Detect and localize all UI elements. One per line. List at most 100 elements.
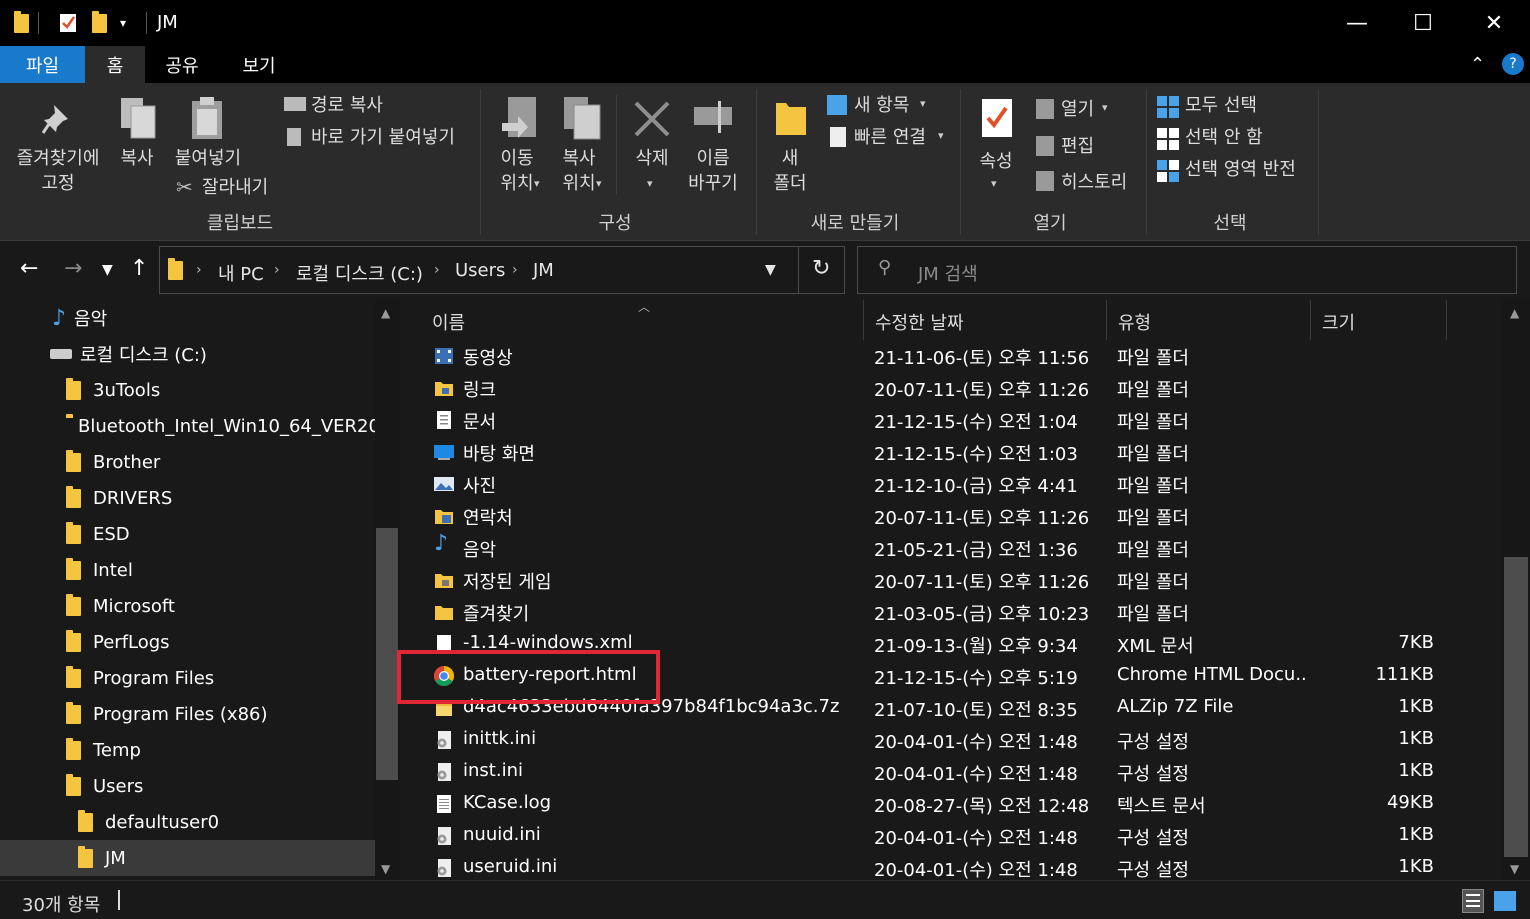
forward-arrow-icon[interactable]: → <box>64 256 82 281</box>
tab-file[interactable]: 파일 <box>0 46 85 83</box>
nav-item-folder[interactable]: 3uTools <box>0 372 375 408</box>
file-row[interactable]: 연락처 20-07-11-(토) 오후 11:26 파일 폴더 <box>402 500 1502 532</box>
nav-item-folder[interactable]: ESD <box>0 516 375 552</box>
nav-item-folder[interactable]: Microsoft <box>0 588 375 624</box>
move-to-label-1[interactable]: 이동 <box>488 146 546 171</box>
properties-quick-icon[interactable] <box>58 10 78 36</box>
collapse-ribbon-icon[interactable]: ⌃ <box>1470 54 1485 75</box>
column-header-date[interactable]: 수정한 날짜 <box>875 309 964 335</box>
select-all-icon[interactable] <box>1157 96 1179 123</box>
file-row[interactable]: 문서 21-12-15-(수) 오전 1:04 파일 폴더 <box>402 404 1502 436</box>
nav-item-folder[interactable]: DRIVERS <box>0 480 375 516</box>
breadcrumb-jm[interactable]: JM <box>533 260 554 281</box>
file-row[interactable]: ♪ 음악 21-05-21-(금) 오전 1:36 파일 폴더 <box>402 531 1502 564</box>
delete-label[interactable]: 삭제 <box>624 146 680 171</box>
open-icon[interactable] <box>1036 99 1054 119</box>
new-folder-label-2[interactable]: 폴더 <box>766 171 814 196</box>
copy-to-icon[interactable] <box>562 95 602 146</box>
file-row[interactable]: 동영상 21-11-06-(토) 오후 11:56 파일 폴더 <box>402 340 1502 372</box>
invert-selection-icon[interactable] <box>1157 160 1179 187</box>
nav-item-folder[interactable]: Temp <box>0 732 375 768</box>
tab-home[interactable]: 홈 <box>85 46 145 83</box>
edit-icon[interactable] <box>1036 136 1054 156</box>
copy-path-label[interactable]: 경로 복사 <box>311 93 383 118</box>
scroll-up-icon[interactable]: ▲ <box>1510 306 1519 320</box>
refresh-icon[interactable]: ↻ <box>812 256 830 281</box>
new-item-label[interactable]: 새 항목 <box>854 93 909 118</box>
close-button[interactable]: ✕ <box>1479 8 1509 38</box>
paste-label[interactable]: 붙여넣기 <box>168 146 248 171</box>
file-list-scrollbar-thumb[interactable] <box>1504 557 1528 857</box>
breadcrumb-this-pc[interactable]: 내 PC <box>218 260 264 286</box>
nav-item-folder[interactable]: Intel <box>0 552 375 588</box>
up-arrow-icon[interactable]: ↑ <box>130 256 148 281</box>
nav-item-selected[interactable]: JM <box>0 840 375 876</box>
nav-item-music[interactable]: ♪ 음악 <box>0 300 375 336</box>
chevron-down-icon[interactable]: ▾ <box>647 177 653 190</box>
nav-item-folder[interactable]: Bluetooth_Intel_Win10_64_VER2010 <box>0 408 375 444</box>
chevron-right-icon[interactable]: › <box>274 262 280 278</box>
copy-path-icon[interactable] <box>284 97 306 111</box>
details-view-icon[interactable] <box>1462 889 1484 913</box>
cut-label[interactable]: 잘라내기 <box>202 175 268 200</box>
minimize-button[interactable]: — <box>1342 8 1372 38</box>
copy-to-label-1[interactable]: 복사 <box>550 146 608 171</box>
select-none-icon[interactable] <box>1157 128 1179 155</box>
pin-label-1[interactable]: 즐겨찾기에 <box>10 146 106 171</box>
column-header-name[interactable]: 이름 <box>432 309 465 335</box>
scroll-up-icon[interactable]: ▲ <box>381 306 390 320</box>
chevron-right-icon[interactable]: › <box>512 262 518 278</box>
tab-view[interactable]: 보기 <box>225 46 293 83</box>
paste-shortcut-label[interactable]: 바로 가기 붙여넣기 <box>311 125 455 150</box>
file-row[interactable]: 링크 20-07-11-(토) 오후 11:26 파일 폴더 <box>402 372 1502 404</box>
column-header-size[interactable]: 크기 <box>1322 309 1355 335</box>
file-row[interactable]: inittk.ini 20-04-01-(수) 오전 1:48 구성 설정 1K… <box>402 724 1502 756</box>
large-icons-view-icon[interactable] <box>1494 891 1516 911</box>
nav-item-folder[interactable]: Users <box>0 768 375 804</box>
file-row[interactable]: 바탕 화면 21-12-15-(수) 오전 1:03 파일 폴더 <box>402 436 1502 468</box>
column-header-type[interactable]: 유형 <box>1118 309 1151 335</box>
open-label[interactable]: 열기 <box>1061 97 1094 122</box>
select-all-label[interactable]: 모두 선택 <box>1185 93 1257 118</box>
paste-icon[interactable] <box>190 95 226 146</box>
search-input[interactable]: ⚲ JM 검색 <box>857 246 1517 294</box>
scroll-down-icon[interactable]: ▼ <box>1510 862 1519 876</box>
nav-item-folder[interactable]: Program Files <box>0 660 375 696</box>
customize-quick-access-icon[interactable]: ▾ <box>120 10 126 36</box>
nav-item-local-disk[interactable]: 로컬 디스크 (C:) <box>0 336 375 372</box>
copy-label[interactable]: 복사 <box>110 146 164 171</box>
file-row[interactable]: nuuid.ini 20-04-01-(수) 오전 1:48 구성 설정 1KB <box>402 820 1502 852</box>
invert-selection-label[interactable]: 선택 영역 반전 <box>1185 157 1296 182</box>
chevron-down-icon[interactable]: ▾ <box>596 177 602 190</box>
new-folder-icon[interactable] <box>774 97 808 142</box>
rename-label-1[interactable]: 이름 <box>680 146 746 171</box>
nav-item-folder[interactable]: PerfLogs <box>0 624 375 660</box>
maximize-button[interactable]: ☐ <box>1408 8 1438 38</box>
new-folder-label-1[interactable]: 새 <box>766 146 814 171</box>
file-row[interactable]: 사진 21-12-10-(금) 오후 4:41 파일 폴더 <box>402 468 1502 500</box>
paste-shortcut-icon[interactable] <box>287 128 301 146</box>
chevron-down-icon[interactable]: ▾ <box>920 97 926 110</box>
address-bar[interactable]: › 내 PC › 로컬 디스크 (C:) › Users › JM ▼ ↻ <box>159 246 845 294</box>
properties-icon[interactable] <box>980 97 1014 144</box>
chevron-down-icon[interactable]: ▼ <box>765 262 776 278</box>
back-arrow-icon[interactable]: ← <box>20 256 38 281</box>
nav-scrollbar-thumb[interactable] <box>376 528 398 780</box>
file-row[interactable]: inst.ini 20-04-01-(수) 오전 1:48 구성 설정 1KB <box>402 756 1502 788</box>
chevron-down-icon[interactable]: ▾ <box>534 177 540 190</box>
pin-icon[interactable] <box>40 101 74 140</box>
copy-icon[interactable] <box>119 96 157 145</box>
rename-label-2[interactable]: 바꾸기 <box>680 171 746 196</box>
new-item-icon[interactable] <box>827 95 847 115</box>
breadcrumb-local-disk[interactable]: 로컬 디스크 (C:) <box>296 260 423 286</box>
scroll-down-icon[interactable]: ▼ <box>381 862 390 876</box>
file-row[interactable]: 즐겨찾기 21-03-05-(금) 오후 10:23 파일 폴더 <box>402 596 1502 628</box>
help-icon[interactable]: ? <box>1502 53 1524 75</box>
cut-icon[interactable]: ✂ <box>176 175 193 199</box>
file-row[interactable]: 저장된 게임 20-07-11-(토) 오후 11:26 파일 폴더 <box>402 564 1502 596</box>
properties-label[interactable]: 속성 <box>970 149 1022 174</box>
easy-access-icon[interactable] <box>830 127 846 147</box>
delete-icon[interactable] <box>632 99 672 144</box>
file-row[interactable]: KCase.log 20-08-27-(목) 오전 12:48 텍스트 문서 4… <box>402 788 1502 820</box>
recent-locations-icon[interactable]: ▼ <box>102 262 113 278</box>
